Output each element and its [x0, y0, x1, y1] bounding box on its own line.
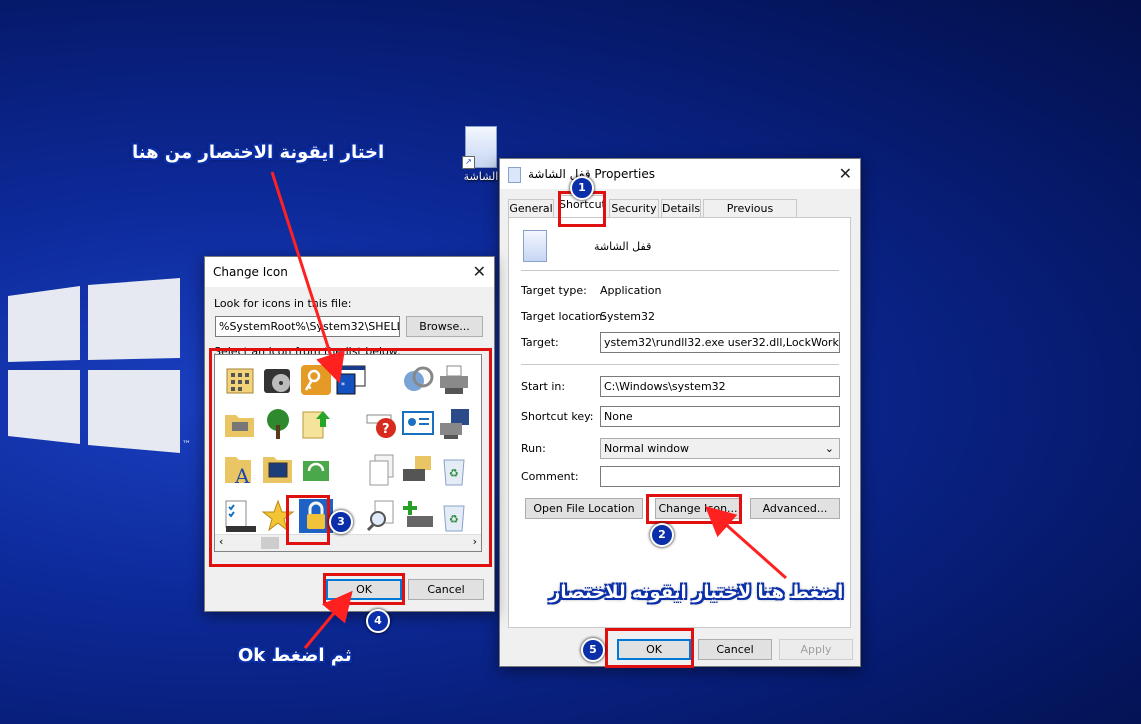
- annotation-arrows: [270, 171, 787, 649]
- step-badge-4: 4: [366, 609, 390, 633]
- step-badge-1: 1: [570, 176, 594, 200]
- note-then-ok: ثم اضغط Ok: [238, 645, 352, 666]
- step-badge-2: 2: [650, 523, 674, 547]
- note-click-change-icon: اضغط هنا لاختيار ايقونه للاختصار: [550, 582, 844, 603]
- step-badge-5: 5: [581, 638, 605, 662]
- step-badge-3: 3: [329, 510, 353, 534]
- note-pick-icon: اختار ايقونة الاختصار من هنا: [132, 142, 385, 163]
